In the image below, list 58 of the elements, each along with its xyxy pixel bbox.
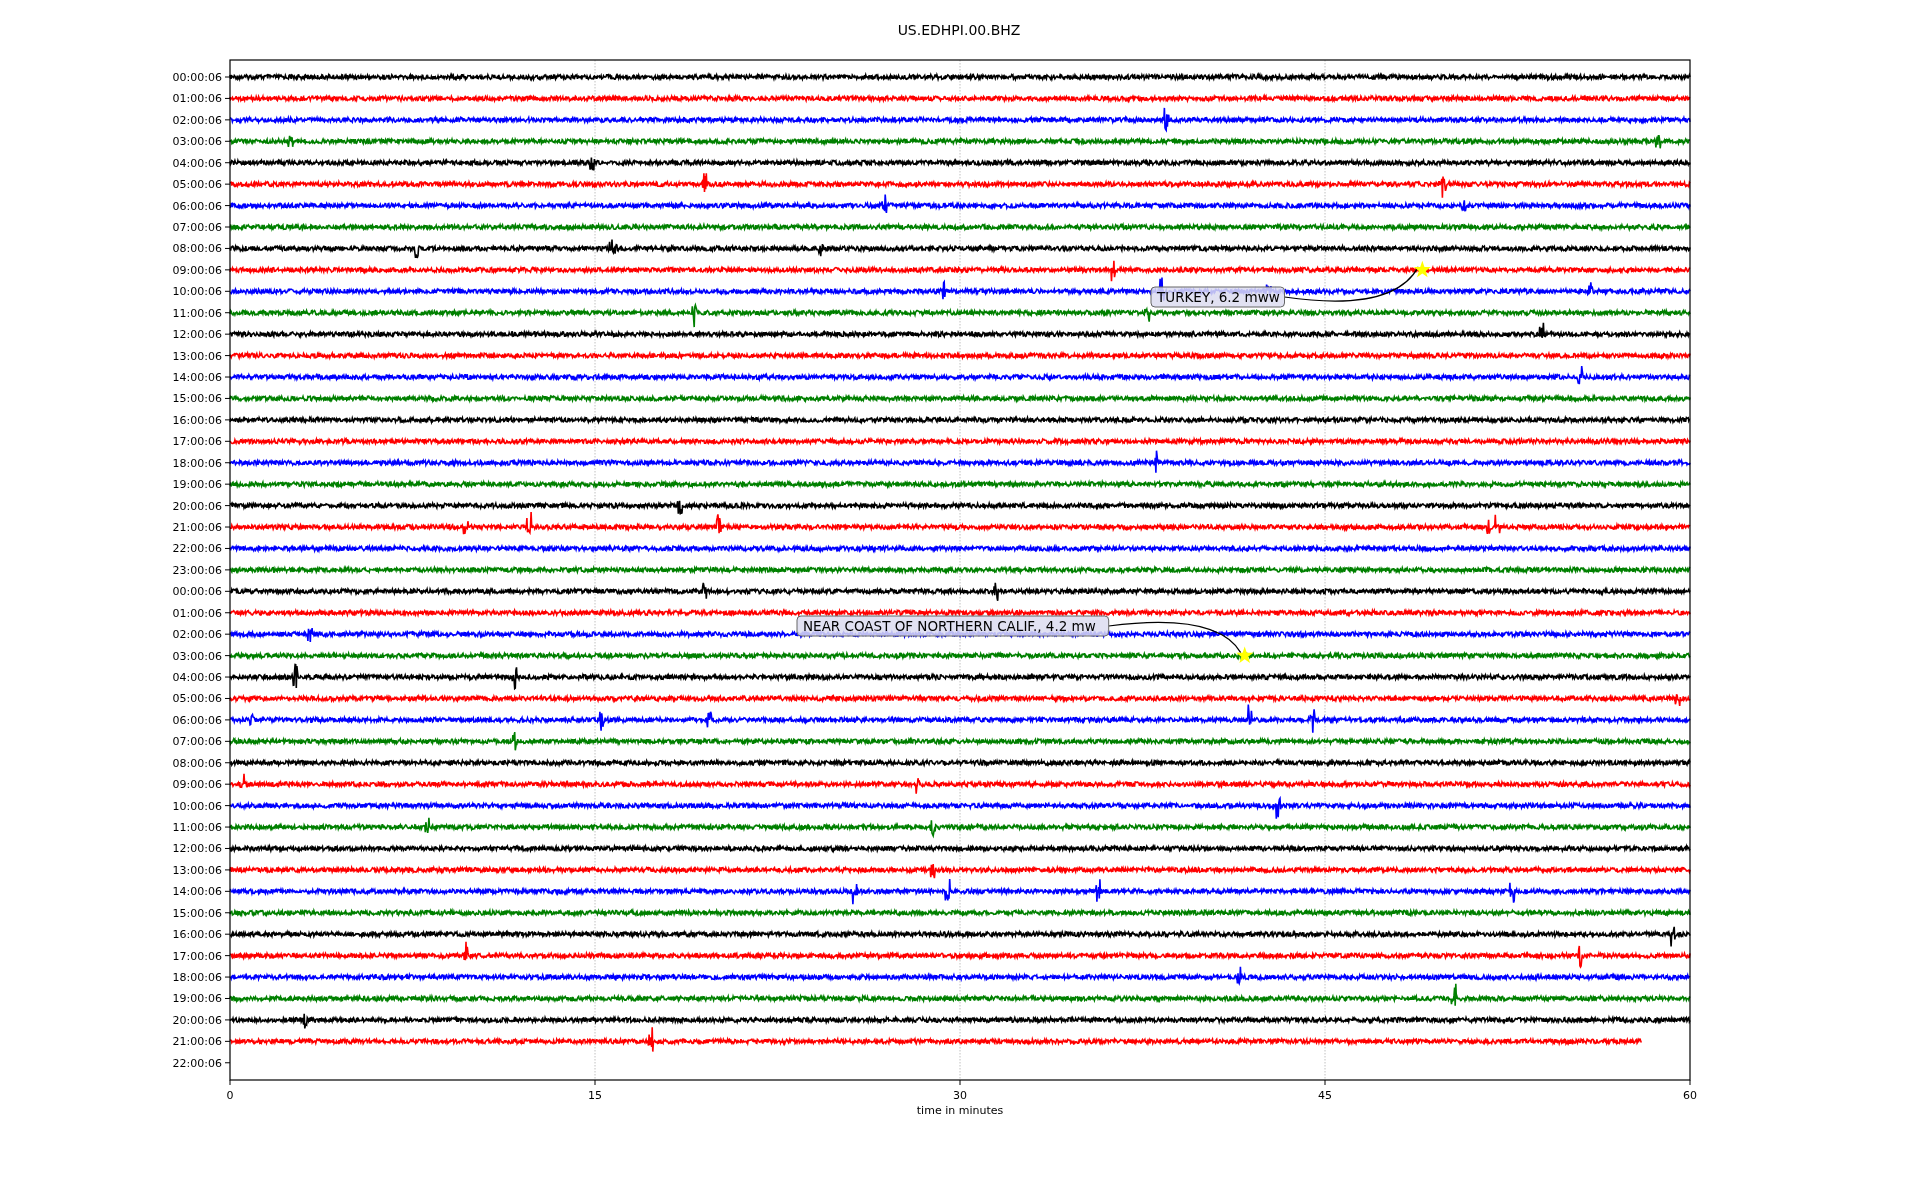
y-tick-label: 07:00:06 <box>172 735 222 749</box>
y-tick-label: 08:00:06 <box>172 242 222 256</box>
y-tick-label: 03:00:06 <box>172 649 222 663</box>
y-tick-label: 02:00:06 <box>172 113 222 127</box>
y-tick-label: 12:00:06 <box>172 328 222 342</box>
y-tick-label: 21:00:06 <box>172 1035 222 1049</box>
y-tick-label: 00:00:06 <box>172 71 222 84</box>
y-tick-label: 19:00:06 <box>172 992 222 1006</box>
chart-title: US.EDHPI.00.BHZ <box>897 22 1021 38</box>
y-tick-label: 09:00:06 <box>172 263 222 277</box>
y-tick-label: 13:00:06 <box>172 349 222 363</box>
y-tick-label: 17:00:06 <box>172 949 222 963</box>
y-tick-label: 22:00:06 <box>172 1056 222 1070</box>
y-tick-label: 20:00:06 <box>172 1013 222 1027</box>
y-tick-label: 09:00:06 <box>172 778 222 792</box>
y-tick-label: 12:00:06 <box>172 842 222 856</box>
y-tick-label: 18:00:06 <box>172 456 222 470</box>
y-tick-label: 13:00:06 <box>172 863 222 877</box>
y-tick-label: 23:00:06 <box>172 563 222 577</box>
y-tick-label: 14:00:06 <box>172 885 222 899</box>
y-tick-label: 22:00:06 <box>172 542 222 556</box>
y-tick-label: 19:00:06 <box>172 478 222 492</box>
x-tick-label: 0 <box>226 1089 234 1102</box>
y-tick-label: 06:00:06 <box>172 199 222 213</box>
event-callout: NEAR COAST OF NORTHERN CALIF., 4.2 mw <box>796 615 1110 637</box>
x-tick-label: 30 <box>953 1089 967 1102</box>
y-tick-label: 07:00:06 <box>172 221 222 234</box>
y-tick-label: 15:00:06 <box>172 906 222 920</box>
x-tick-label: 45 <box>1318 1089 1332 1102</box>
x-tick-label: 60 <box>1683 1089 1697 1102</box>
y-tick-label: 15:00:06 <box>172 392 222 406</box>
y-tick-label: 14:00:06 <box>172 371 222 384</box>
y-tick-label: 01:00:06 <box>172 606 222 620</box>
y-tick-label: 10:00:06 <box>172 799 222 813</box>
y-tick-label: 04:00:06 <box>172 156 222 170</box>
y-tick-label: 16:00:06 <box>172 928 222 942</box>
star-marker-icon <box>1236 646 1254 663</box>
y-tick-label: 05:00:06 <box>172 178 222 192</box>
event-callout: TURKEY, 6.2 mww <box>1150 286 1285 308</box>
y-tick-label: 06:00:06 <box>172 713 222 727</box>
y-tick-label: 05:00:06 <box>172 692 222 706</box>
y-tick-label: 11:00:06 <box>172 306 222 320</box>
y-tick-label: 10:00:06 <box>172 285 222 299</box>
y-tick-label: 20:00:06 <box>172 499 222 513</box>
y-tick-label: 21:00:06 <box>172 521 222 535</box>
y-tick-label: 00:00:06 <box>172 585 222 599</box>
y-tick-label: 16:00:06 <box>172 413 222 427</box>
y-tick-label: 08:00:06 <box>172 756 222 770</box>
y-tick-label: 02:00:06 <box>172 628 222 642</box>
y-tick-label: 11:00:06 <box>172 821 222 835</box>
x-axis-label: time in minutes <box>916 1104 1004 1117</box>
y-tick-label: 18:00:06 <box>172 971 222 985</box>
y-tick-label: 01:00:06 <box>172 92 222 106</box>
x-tick-label: 15 <box>588 1089 602 1102</box>
y-tick-label: 17:00:06 <box>172 435 222 449</box>
star-marker-icon <box>1413 260 1431 278</box>
y-tick-label: 04:00:06 <box>172 671 222 685</box>
y-tick-label: 03:00:06 <box>172 135 222 149</box>
